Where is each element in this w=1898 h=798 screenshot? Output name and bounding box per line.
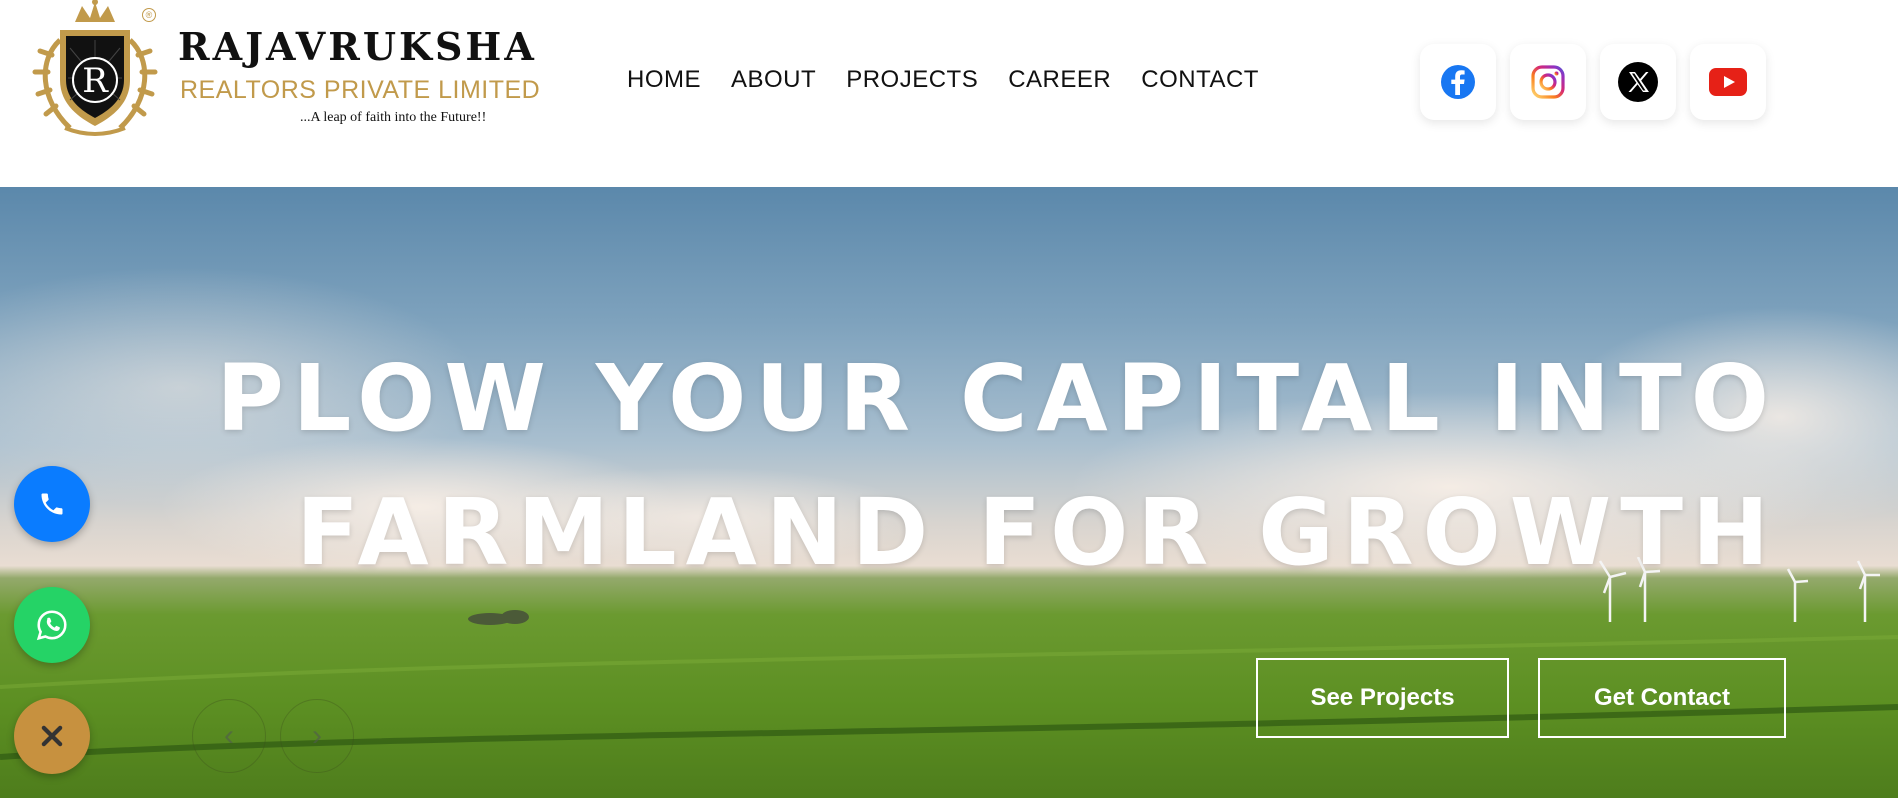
site-header: R ® RAJAVRUKSHA REALTORS PRIVATE LIMITED… xyxy=(0,0,1898,187)
close-icon xyxy=(41,725,63,747)
see-projects-button[interactable]: See Projects xyxy=(1256,658,1509,738)
x-link[interactable] xyxy=(1600,44,1676,120)
chevron-right-icon: › xyxy=(312,719,322,752)
close-float-button[interactable] xyxy=(14,698,90,774)
hero-title: PLOW YOUR CAPITAL INTO FARMLAND FOR GROW… xyxy=(216,332,1778,600)
hero-title-line-1: PLOW YOUR CAPITAL INTO xyxy=(216,345,1778,452)
registered-mark: ® xyxy=(142,8,156,22)
brand-subtitle: REALTORS PRIVATE LIMITED xyxy=(180,76,541,104)
social-links xyxy=(1420,44,1766,120)
phone-icon xyxy=(41,493,63,515)
brand-name: RAJAVRUKSHA xyxy=(178,24,537,69)
nav-about[interactable]: ABOUT xyxy=(731,66,816,94)
instagram-icon xyxy=(1531,65,1565,99)
get-contact-button[interactable]: Get Contact xyxy=(1538,658,1786,738)
carousel-next-button[interactable]: › xyxy=(280,699,354,773)
main-nav: HOME ABOUT PROJECTS CAREER CONTACT xyxy=(627,66,1259,94)
nav-home[interactable]: HOME xyxy=(627,66,701,94)
carousel-prev-button[interactable]: ‹ xyxy=(192,699,266,773)
facebook-link[interactable] xyxy=(1420,44,1496,120)
facebook-icon xyxy=(1441,65,1475,99)
hero-banner: PLOW YOUR CAPITAL INTO FARMLAND FOR GROW… xyxy=(0,187,1898,798)
instagram-link[interactable] xyxy=(1510,44,1586,120)
nav-career[interactable]: CAREER xyxy=(1008,66,1111,94)
youtube-icon xyxy=(1709,68,1747,96)
call-button[interactable] xyxy=(14,466,90,542)
logo-emblem[interactable]: R ® xyxy=(30,0,160,140)
chevron-left-icon: ‹ xyxy=(224,719,234,752)
brand-tagline: ...A leap of faith into the Future!! xyxy=(300,110,487,125)
nav-projects[interactable]: PROJECTS xyxy=(846,66,978,94)
whatsapp-button[interactable] xyxy=(14,587,90,663)
youtube-link[interactable] xyxy=(1690,44,1766,120)
hero-title-line-2: FARMLAND FOR GROWTH xyxy=(296,479,1778,586)
x-icon xyxy=(1618,62,1658,102)
emblem-letter: R xyxy=(82,61,109,101)
whatsapp-icon xyxy=(36,610,67,641)
nav-contact[interactable]: CONTACT xyxy=(1141,66,1259,94)
